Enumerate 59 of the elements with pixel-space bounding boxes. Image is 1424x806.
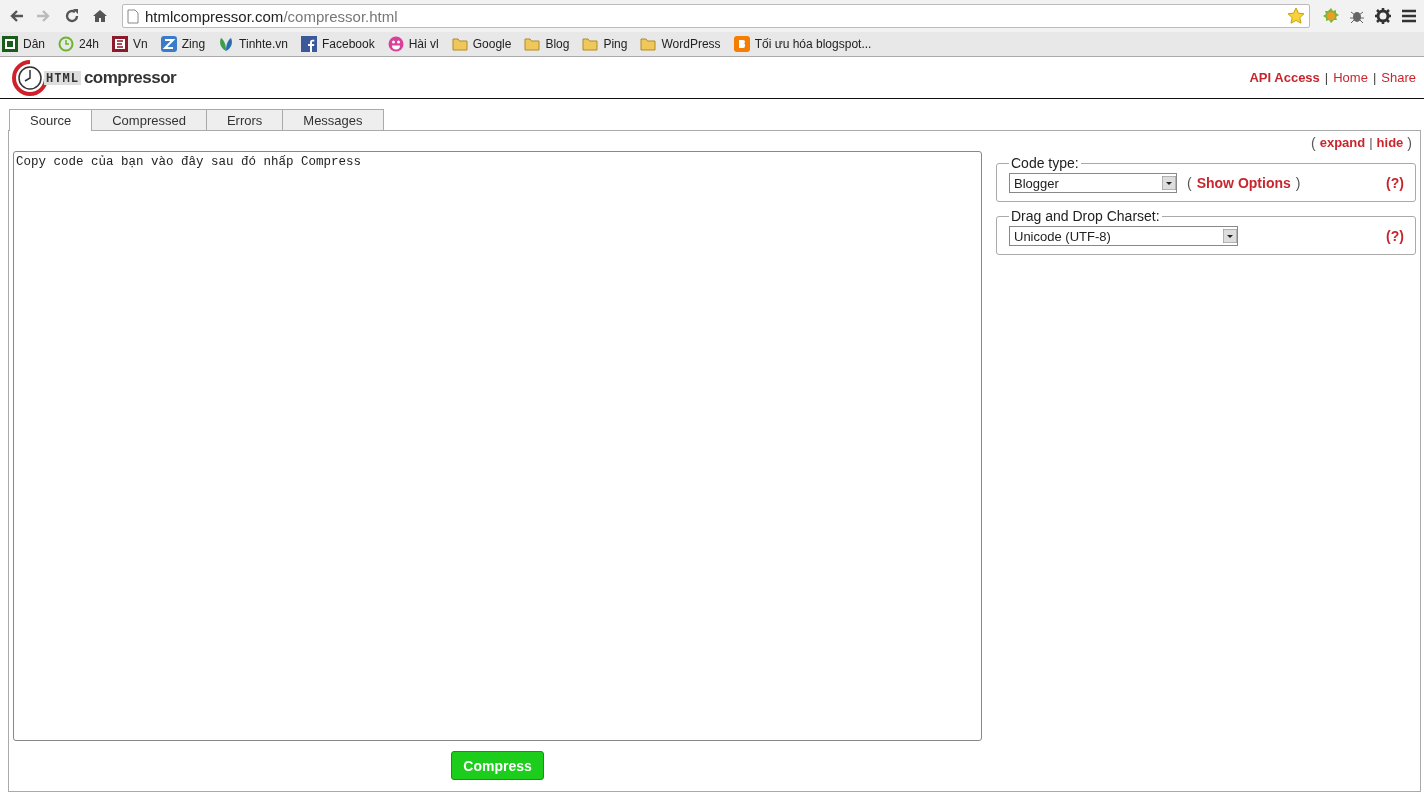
help-link[interactable]: (?): [1386, 228, 1404, 244]
settings-icon[interactable]: [1374, 7, 1392, 25]
header-link[interactable]: Share: [1381, 70, 1416, 85]
reload-icon[interactable]: [64, 8, 80, 24]
parenthesis: (: [1311, 135, 1316, 149]
parenthesis: ): [1407, 135, 1412, 149]
separator: |: [1369, 135, 1373, 149]
menu-icon[interactable]: [1400, 7, 1418, 25]
show-options-link[interactable]: Show Options: [1196, 175, 1291, 191]
dropdown[interactable]: Blogger: [1009, 173, 1177, 193]
smiley-icon: [387, 36, 404, 52]
separator: |: [1324, 70, 1329, 85]
logo-text: compressor: [83, 67, 177, 88]
bookmark[interactable]: Tối ưu hóa blogspot...: [733, 36, 872, 52]
url-text[interactable]: htmlcompressor.com/compressor.html: [145, 7, 1281, 25]
dropdown[interactable]: Unicode (UTF-8): [1009, 226, 1238, 246]
tab[interactable]: Errors: [205, 109, 284, 130]
parenthesis: (: [1187, 175, 1192, 191]
bookmark[interactable]: Tinhte.vn: [218, 36, 288, 52]
leaf-icon: [218, 36, 235, 52]
clock-logo-icon: [12, 59, 48, 96]
parenthesis: ): [1295, 175, 1301, 191]
bookmark[interactable]: Zing: [160, 36, 206, 52]
folder-icon: [640, 36, 657, 52]
bookmark[interactable]: Vn: [112, 36, 148, 52]
bookmark[interactable]: Facebook: [301, 36, 375, 52]
header-link[interactable]: API Access: [1249, 70, 1320, 85]
home-icon[interactable]: [92, 8, 108, 24]
tab[interactable]: Compressed: [91, 109, 207, 130]
dropdown-arrow-icon: [1162, 176, 1176, 190]
bookmark[interactable]: Ping: [582, 36, 628, 52]
folder-icon: [451, 36, 468, 52]
help-link[interactable]: (?): [1386, 175, 1404, 191]
star-icon[interactable]: [1287, 7, 1305, 25]
back-arrow-icon[interactable]: [8, 8, 24, 24]
expand-link[interactable]: expand: [1319, 135, 1366, 149]
clock-icon: [58, 36, 74, 52]
page-icon: [127, 8, 139, 24]
bookmark[interactable]: Hài vl: [387, 36, 439, 52]
bookmark[interactable]: Blog: [524, 36, 570, 52]
header-link[interactable]: Home: [1333, 70, 1368, 85]
tab[interactable]: Source: [9, 109, 93, 131]
logo-mark: HTML: [44, 70, 81, 85]
group-label: Code type:: [1010, 155, 1080, 171]
bookmark[interactable]: Dân: [2, 36, 45, 52]
bookmark[interactable]: Google: [451, 36, 512, 52]
source-code-field[interactable]: Copy code của bạn vào đây sau đó nhấp Compress: [13, 151, 982, 741]
separator: |: [1372, 70, 1377, 85]
blog-icon: [733, 36, 750, 52]
dropdown-arrow-icon: [1223, 229, 1237, 243]
hide-link[interactable]: hide: [1376, 135, 1404, 149]
address-bar[interactable]: htmlcompressor.com/compressor.html: [122, 4, 1310, 28]
folder-icon: [524, 36, 541, 52]
tab[interactable]: Messages: [282, 109, 384, 130]
bookmark[interactable]: WordPress: [640, 36, 721, 52]
group-label: Drag and Drop Charset:: [1010, 208, 1161, 224]
folder-icon: [582, 36, 599, 52]
bookmark[interactable]: 24h: [58, 36, 100, 52]
facebook-icon: [301, 36, 317, 52]
